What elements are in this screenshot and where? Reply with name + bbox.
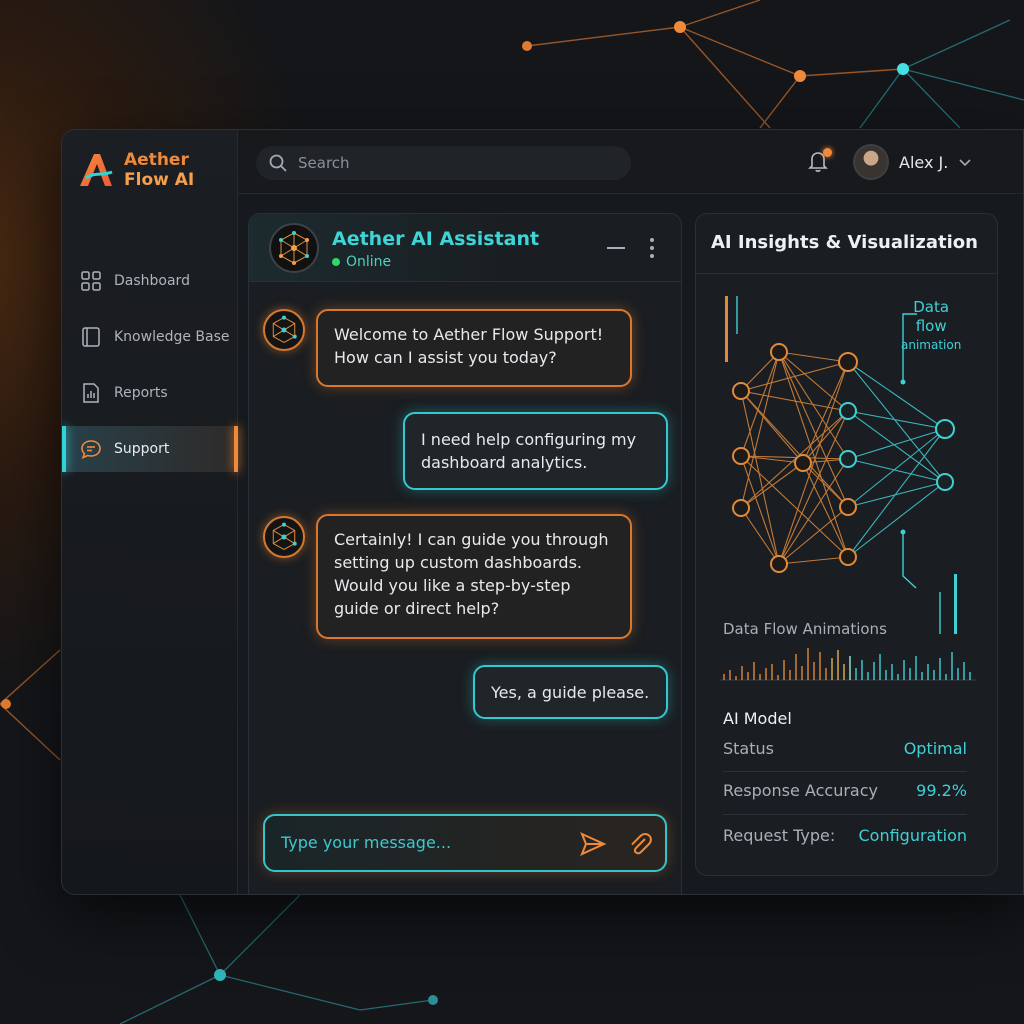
more-options-button[interactable]: [647, 238, 657, 260]
flow-label-line1: Data: [913, 298, 950, 316]
request-type-value: Configuration: [858, 826, 967, 845]
notification-badge: [823, 148, 832, 157]
grid-icon: [81, 271, 101, 291]
sidebar-item-label: Reports: [114, 385, 168, 401]
ai-model-title: AI Model: [723, 709, 792, 728]
send-icon[interactable]: [579, 830, 607, 858]
chat-message: Welcome to Aether Flow Support! How can …: [316, 309, 632, 387]
divider: [723, 814, 967, 815]
sidebar-item-dashboard[interactable]: Dashboard: [62, 258, 238, 304]
brand-line1: Aether: [124, 150, 189, 170]
report-icon: [83, 383, 99, 403]
brand-logo[interactable]: Aether Flow AI: [76, 150, 194, 190]
brand-line2: Flow AI: [124, 170, 195, 190]
user-menu[interactable]: Alex J.: [853, 144, 972, 180]
insights-title: AI Insights & Visualization: [711, 232, 978, 253]
paperclip-icon[interactable]: [627, 830, 653, 858]
flow-label-line3: animation: [901, 338, 962, 352]
response-accuracy-row: Response Accuracy 99.2%: [723, 781, 967, 800]
search-input[interactable]: [298, 154, 618, 172]
accuracy-value: 99.2%: [916, 781, 967, 800]
chevron-down-icon: [959, 159, 971, 167]
sidebar-item-label: Dashboard: [114, 273, 190, 289]
accuracy-label: Response Accuracy: [723, 781, 878, 800]
app-window: Aether Flow AI Dashboard Knowledge Base: [61, 129, 1024, 895]
status-label: Status: [723, 739, 774, 758]
chat-panel: Aether AI Assistant Online Welcome to Ae…: [248, 213, 682, 894]
neural-orb-icon: [272, 522, 297, 550]
sidebar-item-label: Support: [114, 441, 170, 457]
chat-bubble-icon: [81, 440, 101, 459]
insights-panel: AI Insights & Visualization Data flow an…: [695, 213, 998, 876]
chat-title: Aether AI Assistant: [332, 228, 540, 250]
minimize-button[interactable]: [607, 247, 625, 249]
notifications-button[interactable]: [806, 148, 832, 176]
status-dot: [332, 258, 340, 266]
message-composer: [263, 814, 667, 872]
search-box[interactable]: [256, 146, 631, 180]
insights-header: AI Insights & Visualization: [696, 214, 997, 274]
data-flow-waveform: [720, 648, 976, 681]
model-status-row: Status Optimal: [723, 739, 967, 758]
neural-orb-icon: [279, 231, 309, 265]
chat-message: Yes, a guide please.: [473, 665, 668, 719]
sidebar-item-reports[interactable]: Reports: [62, 370, 238, 416]
aether-logo-icon: [80, 154, 113, 186]
data-flow-animations-label: Data Flow Animations: [723, 620, 887, 638]
chat-message: I need help configuring my dashboard ana…: [403, 412, 668, 490]
message-input[interactable]: [281, 833, 561, 852]
sidebar-item-support[interactable]: Support: [62, 426, 238, 472]
flow-label-line2: flow: [915, 317, 947, 335]
sidebar-nav: Dashboard Knowledge Base Reports Support: [62, 258, 238, 482]
sidebar: Aether Flow AI Dashboard Knowledge Base: [62, 130, 238, 894]
sidebar-item-knowledge-base[interactable]: Knowledge Base: [62, 314, 238, 360]
request-type-label: Request Type:: [723, 826, 836, 845]
bot-message-avatar: [263, 309, 305, 351]
online-status: Online: [332, 254, 391, 270]
avatar: [853, 144, 889, 180]
top-bar: Alex J.: [238, 130, 1023, 194]
sidebar-item-label: Knowledge Base: [114, 329, 230, 345]
bot-avatar: [269, 223, 319, 273]
search-icon: [269, 154, 287, 172]
chat-header: Aether AI Assistant Online: [249, 214, 681, 282]
bot-message-avatar: [263, 516, 305, 558]
chat-message: Certainly! I can guide you through setti…: [316, 514, 632, 639]
divider: [723, 771, 967, 772]
book-icon: [82, 327, 100, 347]
neural-orb-icon: [272, 315, 297, 343]
status-text: Online: [346, 254, 392, 270]
data-flow-annotation: Data flow animation: [901, 298, 961, 355]
user-name: Alex J.: [899, 152, 949, 172]
status-value: Optimal: [903, 739, 967, 758]
brand-name: Aether Flow AI: [124, 150, 194, 190]
request-type-row: Request Type: Configuration: [723, 826, 967, 845]
